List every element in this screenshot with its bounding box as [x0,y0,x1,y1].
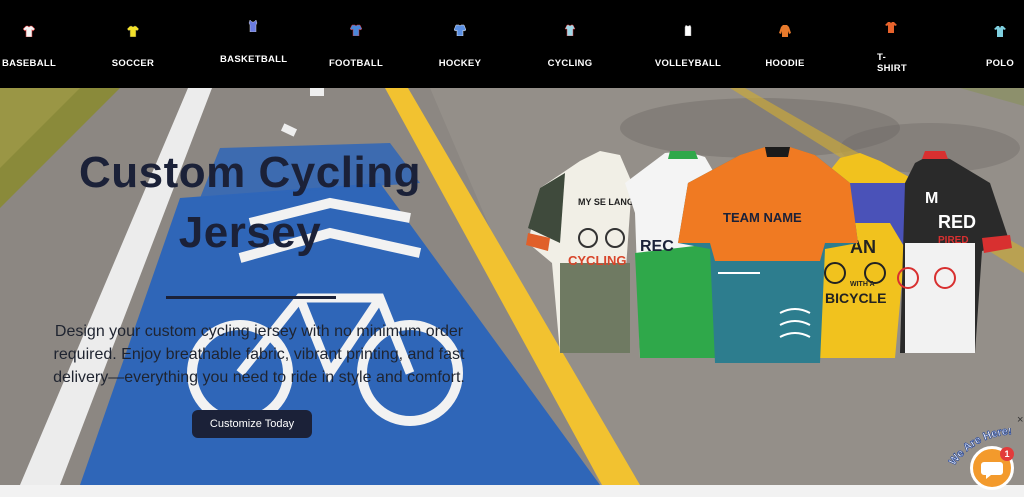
hoodie-icon [779,25,791,37]
nav-label: HOCKEY [438,58,482,69]
chat-close-icon[interactable]: × [1017,414,1023,426]
nav-label: HOODIE [765,58,805,69]
nav-item-soccer[interactable]: SOCCER [104,0,162,88]
nav-label: BASEBALL [1,58,57,69]
jersey-lineup-image: MY SE LANGU CYCLING REC AN WITH A BICYCL… [526,147,1012,363]
hero-title-line2: Jersey [178,208,322,257]
title-divider [166,296,336,299]
nav-item-football[interactable]: FOOTBALL [326,0,386,88]
soccer-jersey-icon [127,25,139,37]
tshirt-icon [885,22,897,33]
volleyball-jersey-icon [684,24,692,36]
basketball-jersey-icon [248,20,258,32]
hero-title: Custom Cycling Jersey [40,143,460,263]
nav-item-polo[interactable]: POLO [980,0,1020,88]
jersey-recycling: MY SE LANGU CYCLING [526,151,640,353]
hockey-jersey-icon [454,24,466,36]
category-nav-bar: BASEBALL SOCCER BASKETBALL FOOTBALL HOCK… [0,0,1024,88]
chat-widget: We Are Here! 1 × [948,414,1024,497]
nav-label: BASKETBALL [220,54,288,65]
nav-label: CYCLING [547,58,593,69]
page-bottom-strip [0,485,1024,497]
nav-label: SOCCER [111,58,155,69]
jersey-text: RED [938,212,976,232]
nav-label: VOLLEYBALL [654,58,722,69]
jersey-text: REC [640,238,674,255]
hero-title-line1: Custom Cycling [79,148,421,197]
hero-banner: MY SE LANGU CYCLING REC AN WITH A BICYCL… [0,88,1024,485]
jersey-text: CYCLING [568,253,627,268]
baseball-jersey-icon [23,25,35,37]
jersey-text: BICYCLE [825,290,886,306]
chat-unread-badge: 1 [1000,447,1014,461]
jersey-dark-inspired: M RED PIRED [897,151,1012,353]
nav-item-hockey[interactable]: HOCKEY [432,0,488,88]
nav-label: T-SHIRT [877,52,907,74]
nav-item-basketball[interactable]: BASKETBALL [220,0,288,88]
nav-item-baseball[interactable]: BASEBALL [0,0,58,88]
nav-item-cycling[interactable]: CYCLING [542,0,598,88]
nav-label: POLO [985,58,1015,69]
cycling-jersey-icon [564,24,576,36]
nav-item-hoodie[interactable]: HOODIE [760,0,810,88]
football-jersey-icon [350,24,362,36]
nav-label: FOOTBALL [328,58,384,69]
jersey-text: PIRED [938,235,969,246]
polo-icon [994,26,1006,37]
hero-description: Design your custom cycling jersey with n… [53,323,465,386]
jersey-text: M [925,190,938,207]
nav-item-tshirt[interactable]: T-SHIRT [874,0,908,88]
customize-today-button[interactable]: Customize Today [192,410,312,438]
jersey-text: TEAM NAME [723,210,802,225]
nav-item-volleyball[interactable]: VOLLEYBALL [652,0,724,88]
